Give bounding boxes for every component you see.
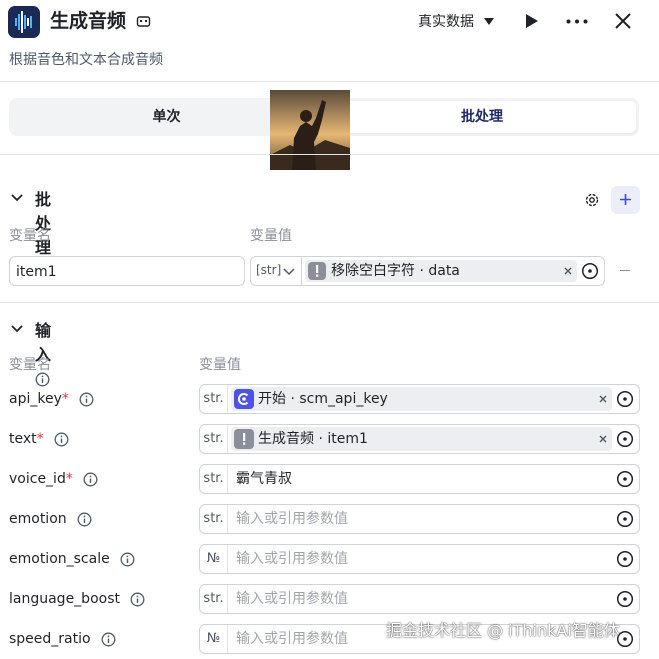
type-badge: str. (200, 505, 228, 533)
param-label: speed_ratio (9, 629, 116, 649)
chevron-down-icon[interactable] (484, 18, 494, 25)
data-mode-select[interactable]: 真实数据 (418, 12, 474, 32)
app-audio-icon (8, 6, 40, 38)
page-subtitle: 根据音色和文本合成音频 (9, 52, 163, 68)
param-value-input[interactable]: str. 开始 · scm_api_key (199, 384, 640, 414)
reference-label: 移除空白字符 · data (331, 263, 460, 279)
more-icon[interactable] (566, 19, 588, 24)
column-header-name: 变量名 (9, 228, 51, 244)
param-label: emotion (9, 509, 92, 529)
placeholder: 输入或引用参数值 (236, 551, 348, 567)
header: 生成音频 真实数据 (0, 0, 659, 44)
divider (0, 81, 659, 82)
param-value-input[interactable]: str. 输入或引用参数值 (199, 584, 640, 614)
info-icon[interactable] (130, 592, 145, 607)
reference-chip[interactable]: 移除空白字符 · data (305, 260, 577, 282)
divider (0, 154, 659, 155)
type-select[interactable]: [str] (250, 256, 302, 286)
param-name: api_key (9, 391, 62, 407)
type-badge: № (200, 625, 228, 653)
param-name: language_boost (9, 591, 120, 607)
variable-ref-icon[interactable] (616, 430, 634, 448)
add-button[interactable] (611, 186, 640, 214)
param-label: language_boost (9, 589, 145, 609)
variable-ref-icon[interactable] (581, 262, 599, 280)
type-badge: str. (200, 465, 228, 493)
reference-chip[interactable]: 开始 · scm_api_key (231, 387, 612, 411)
tab-batch[interactable]: 批处理 (328, 101, 636, 133)
type-badge: str. (200, 425, 228, 453)
param-label: emotion_scale (9, 549, 135, 569)
param-label: text* (9, 429, 69, 449)
param-name: voice_id (9, 471, 66, 487)
node-icon (234, 429, 254, 449)
gear-icon[interactable] (584, 192, 600, 208)
param-name: speed_ratio (9, 631, 91, 647)
batch-title-text: 批处理 (35, 190, 52, 257)
batch-item-name-input[interactable]: item1 (9, 256, 245, 286)
remove-icon[interactable] (620, 270, 630, 271)
column-header-value: 变量值 (199, 357, 241, 373)
required-mark: * (61, 391, 69, 407)
reference-chip[interactable]: 生成音频 · item1 (231, 427, 612, 451)
node-icon (308, 262, 326, 280)
param-label: voice_id* (9, 469, 98, 489)
type-badge: str. (200, 385, 228, 413)
page-title: 生成音频 (50, 10, 127, 32)
info-icon[interactable] (77, 512, 92, 527)
reference-label: 生成音频 · item1 (258, 431, 368, 447)
info-icon[interactable] (120, 552, 135, 567)
clear-icon[interactable] (599, 435, 607, 443)
type-badge: № (200, 545, 228, 573)
divider (0, 302, 659, 303)
variable-ref-icon[interactable] (616, 590, 634, 608)
plus-icon (620, 194, 631, 205)
chevron-down-icon[interactable] (11, 325, 23, 333)
play-icon[interactable] (525, 13, 539, 29)
reference-label: 开始 · scm_api_key (258, 391, 388, 407)
batch-item-value[interactable]: 移除空白字符 · data (301, 256, 605, 286)
param-name: emotion_scale (9, 551, 110, 567)
type-badge: str. (200, 585, 228, 613)
placeholder: 输入或引用参数值 (236, 591, 348, 607)
variable-ref-icon[interactable] (616, 550, 634, 568)
column-header-value: 变量值 (250, 228, 292, 244)
variable-ref-icon[interactable] (616, 390, 634, 408)
chevron-down-icon (283, 268, 295, 276)
close-icon[interactable] (614, 12, 632, 30)
type-label: [str] (256, 263, 282, 277)
column-header-name: 变量名 (9, 357, 51, 373)
param-name: emotion (9, 511, 67, 527)
placeholder: 输入或引用参数值 (236, 511, 348, 527)
chevron-down-icon[interactable] (11, 194, 23, 202)
batch-item-name: item1 (16, 264, 57, 280)
text-edit-icon[interactable] (136, 14, 151, 29)
required-mark: * (36, 431, 44, 447)
clear-icon[interactable] (564, 267, 572, 275)
placeholder: 输入或引用参数值 (236, 631, 348, 647)
param-value-input[interactable]: str. 输入或引用参数值 (199, 504, 640, 534)
info-icon[interactable] (54, 432, 69, 447)
param-value: 霸气青叔 (236, 471, 292, 487)
param-label: api_key* (9, 389, 94, 409)
clear-icon[interactable] (599, 395, 607, 403)
info-icon[interactable] (83, 472, 98, 487)
param-value-input[interactable]: str. 霸气青叔 (199, 464, 640, 494)
info-icon[interactable] (101, 632, 116, 647)
param-value-input[interactable]: № 输入或引用参数值 (199, 544, 640, 574)
variable-ref-icon[interactable] (616, 510, 634, 528)
watermark: 掘金技术社区 @ iThinkAi智能体 (386, 621, 620, 640)
param-name: text (9, 431, 37, 447)
required-mark: * (65, 471, 73, 487)
variable-ref-icon[interactable] (616, 470, 634, 488)
start-node-icon (234, 389, 254, 409)
user-avatar (270, 90, 350, 170)
param-value-input[interactable]: str. 生成音频 · item1 (199, 424, 640, 454)
info-icon[interactable] (79, 392, 94, 407)
